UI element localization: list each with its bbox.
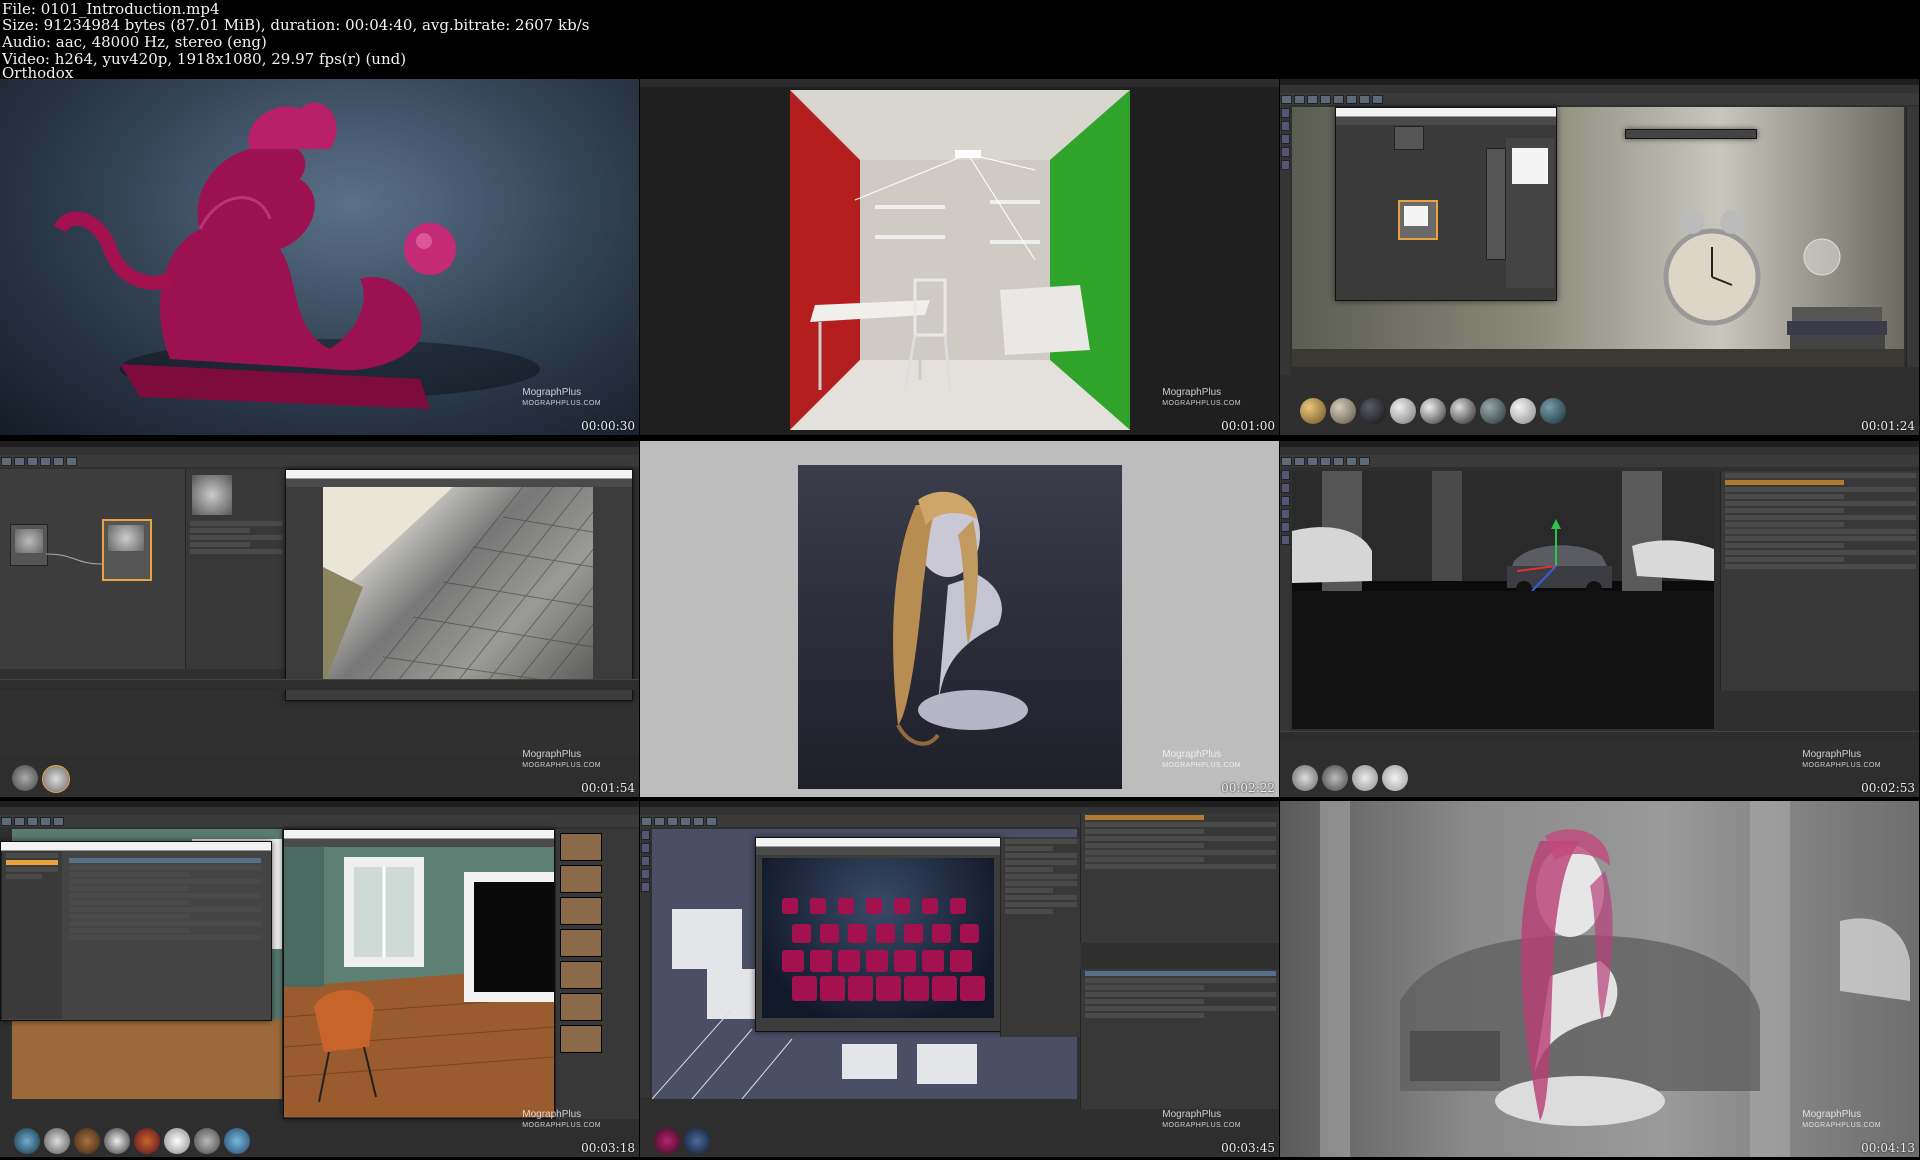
cube: [922, 898, 938, 914]
timestamp: 00:03:18: [581, 1141, 635, 1155]
timestamp: 00:04:13: [1861, 1141, 1915, 1155]
node-editor: [0, 469, 185, 669]
cube: [894, 898, 910, 914]
render-view-toolbar: [1625, 129, 1757, 139]
timestamp: 00:01:00: [1221, 419, 1275, 433]
thumbnail-9[interactable]: MographPlus MOGRAPHPLUS.COM 00:04:13: [1280, 801, 1919, 1157]
cube: [782, 898, 798, 914]
cube: [894, 950, 916, 972]
cube: [792, 976, 817, 1001]
render-settings-window[interactable]: [0, 841, 272, 1021]
room-render: [790, 90, 1130, 430]
cube: [950, 898, 966, 914]
cube: [810, 898, 826, 914]
watermark: MographPlus MOGRAPHPLUS.COM: [1162, 387, 1241, 407]
cube: [820, 924, 839, 943]
cube: [876, 924, 895, 943]
timestamp: 00:02:22: [1221, 781, 1275, 795]
cubes-render: [782, 898, 985, 1001]
cube: [932, 924, 951, 943]
render-history: [555, 829, 639, 1119]
timestamp: 00:01:24: [1861, 419, 1915, 433]
material-manager: [1280, 395, 1919, 427]
cube: [950, 950, 972, 972]
watermark: MographPlus MOGRAPHPLUS.COM: [522, 749, 601, 769]
cube: [866, 898, 882, 914]
cube: [904, 924, 923, 943]
thumbnail-2[interactable]: MographPlus MOGRAPHPLUS.COM 00:01:00: [640, 79, 1279, 435]
video-info-header: File: 0101_Introduction.mp4 Size: 912349…: [0, 0, 1920, 82]
watermark: MographPlus MOGRAPHPLUS.COM: [522, 1109, 601, 1129]
render-window[interactable]: [755, 837, 1002, 1032]
thumbnail-4[interactable]: MographPlus MOGRAPHPLUS.COM 00:01:54: [0, 441, 639, 797]
photo-viewer-titlebar: [640, 79, 1279, 87]
thumbnail-8[interactable]: MographPlus MOGRAPHPLUS.COM 00:03:45: [640, 801, 1279, 1157]
cube: [922, 950, 944, 972]
render-settings-panel: [1000, 837, 1081, 1037]
composite-render: [1320, 801, 1910, 1157]
timestamp: 00:01:54: [581, 781, 635, 795]
cube: [838, 950, 860, 972]
audio-info-line: Audio: aac, 48000 Hz, stereo (eng): [2, 33, 267, 51]
watermark: MographPlus MOGRAPHPLUS.COM: [1162, 1109, 1241, 1129]
viewport: [1292, 471, 1714, 729]
cube: [848, 924, 867, 943]
thumbnail-1[interactable]: MographPlus MOGRAPHPLUS.COM 00:00:30: [0, 79, 639, 435]
cube: [866, 950, 888, 972]
hair-render: [798, 465, 1122, 789]
cube: [792, 924, 811, 943]
attribute-manager: [1080, 969, 1279, 1109]
watermark: MographPlus MOGRAPHPLUS.COM: [1802, 749, 1881, 769]
cube: [932, 976, 957, 1001]
thumbnail-7[interactable]: MographPlus MOGRAPHPLUS.COM 00:03:18: [0, 801, 639, 1157]
cube: [838, 898, 854, 914]
thumbnail-5[interactable]: MographPlus MOGRAPHPLUS.COM 00:02:22: [640, 441, 1279, 797]
cube: [782, 950, 804, 972]
timestamp: 00:03:45: [1221, 1141, 1275, 1155]
watermark: MographPlus MOGRAPHPLUS.COM: [522, 387, 601, 407]
render-window[interactable]: [285, 469, 633, 701]
cube: [960, 924, 979, 943]
timestamp: 00:02:53: [1861, 781, 1915, 795]
watermark: MographPlus MOGRAPHPLUS.COM: [1802, 1109, 1881, 1129]
cube: [960, 976, 985, 1001]
timestamp: 00:00:30: [581, 419, 635, 433]
node-editor-window[interactable]: [1335, 107, 1557, 301]
watermark: MographPlus MOGRAPHPLUS.COM: [1162, 749, 1241, 769]
render-window[interactable]: [283, 829, 555, 1119]
object-manager: [1080, 813, 1279, 943]
file-size-line: Size: 91234984 bytes (87.01 MiB), durati…: [2, 16, 590, 34]
cube: [810, 950, 832, 972]
cube: [904, 976, 929, 1001]
dragon-render: [53, 102, 540, 409]
thumbnail-grid: MographPlus MOGRAPHPLUS.COM 00:00:30 Mog…: [0, 79, 1920, 1160]
cube: [876, 976, 901, 1001]
cube: [820, 976, 845, 1001]
thumbnail-6[interactable]: MographPlus MOGRAPHPLUS.COM 00:02:53: [1280, 441, 1919, 797]
object-manager: [1720, 471, 1919, 691]
thumbnail-3[interactable]: 00:01:24: [1280, 79, 1919, 435]
cube: [848, 976, 873, 1001]
